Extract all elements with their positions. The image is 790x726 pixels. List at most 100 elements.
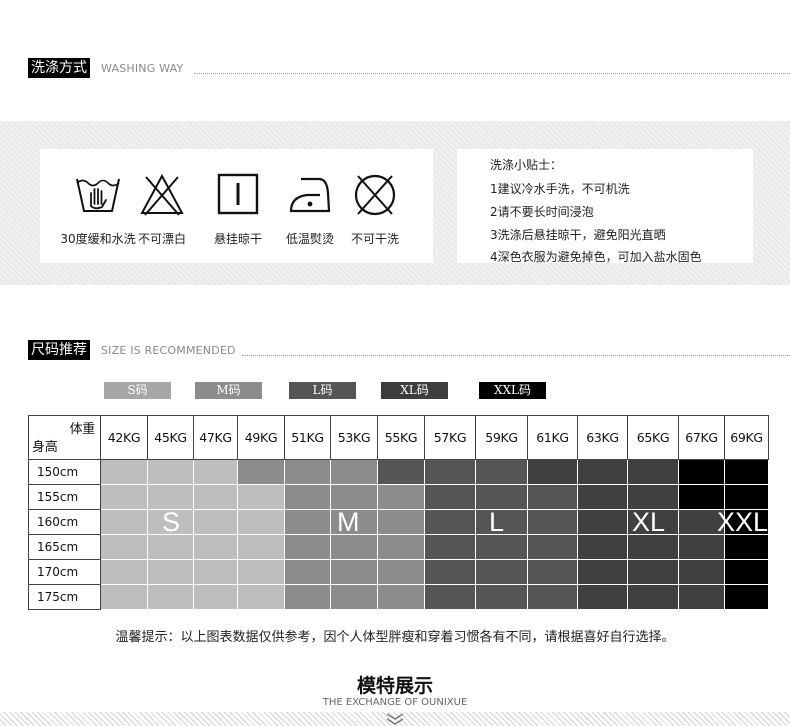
washing-section-header: 洗涤方式 WASHING WAY xyxy=(28,58,790,78)
size-cell xyxy=(678,534,725,560)
corner-weight-label: 体重 xyxy=(69,422,96,437)
size-cell xyxy=(147,459,194,485)
legend-xl: XL码 xyxy=(381,382,448,399)
chevron-down-icon xyxy=(386,713,404,725)
weight-header: 63KG xyxy=(577,415,628,460)
size-cell xyxy=(527,509,578,535)
weight-header: 49KG xyxy=(237,415,285,460)
size-cell xyxy=(100,484,148,510)
size-cell xyxy=(147,484,194,510)
size-cell xyxy=(284,509,331,535)
size-label-s: S xyxy=(162,507,181,537)
size-cell xyxy=(424,459,476,485)
size-cell xyxy=(147,534,194,560)
size-cell xyxy=(330,459,378,485)
weight-header: 61KG xyxy=(527,415,578,460)
weight-header: 47KG xyxy=(193,415,238,460)
table-row: 150cm xyxy=(28,459,769,485)
header-divider xyxy=(194,73,790,74)
table-row: 165cm xyxy=(28,534,769,560)
size-cell xyxy=(527,584,578,610)
size-cell xyxy=(627,534,679,560)
size-cell xyxy=(237,559,285,585)
washing-title: 洗涤方式 xyxy=(28,58,90,78)
size-section-header: 尺码推荐 SIZE IS RECOMMENDED xyxy=(28,340,790,360)
low-iron-icon xyxy=(289,177,331,213)
size-cell xyxy=(100,584,148,610)
care-symbol-label: 不可干洗 xyxy=(350,232,399,246)
size-cell xyxy=(678,484,725,510)
weight-header: 45KG xyxy=(147,415,194,460)
no-dry-clean-icon xyxy=(354,174,396,216)
size-cell xyxy=(237,484,285,510)
size-cell xyxy=(193,459,238,485)
care-symbol: 悬挂晾干 xyxy=(208,173,268,246)
header-divider xyxy=(242,355,790,356)
height-label: 165cm xyxy=(28,534,101,560)
weight-header: 65KG xyxy=(627,415,679,460)
size-cell xyxy=(377,534,425,560)
size-cell xyxy=(377,584,425,610)
size-cell xyxy=(724,559,769,585)
weight-header: 59KG xyxy=(475,415,528,460)
size-label-m: M xyxy=(337,507,360,537)
size-cell xyxy=(424,559,476,585)
care-symbol: 低温熨烫 xyxy=(280,173,340,246)
tip-item: 2请不要长时间浸泡 xyxy=(490,205,594,219)
size-cell xyxy=(284,484,331,510)
size-cell xyxy=(100,509,148,535)
size-cell xyxy=(237,509,285,535)
size-cell xyxy=(724,534,769,560)
size-cell xyxy=(147,584,194,610)
size-cell xyxy=(377,459,425,485)
size-cell xyxy=(424,509,476,535)
line-dry-icon xyxy=(217,173,259,215)
size-cell xyxy=(424,584,476,610)
size-cell xyxy=(100,459,148,485)
legend-xxl: XXL码 xyxy=(479,382,546,399)
table-corner: 体重 身高 xyxy=(28,415,101,460)
weight-header: 51KG xyxy=(284,415,331,460)
weight-header-row: 体重 身高 42KG 45KG 47KG 49KG 51KG 53KG 55KG… xyxy=(28,415,769,460)
model-section-title: 模特展示 xyxy=(356,675,433,697)
tip-item: 1建议冷水手洗，不可机洗 xyxy=(490,182,630,196)
size-cell xyxy=(577,584,628,610)
legend-l: L码 xyxy=(289,382,356,399)
weight-header: 55KG xyxy=(377,415,425,460)
hand-wash-icon xyxy=(76,178,120,212)
size-cell xyxy=(284,559,331,585)
weight-header: 69KG xyxy=(724,415,769,460)
size-cell xyxy=(193,584,238,610)
size-cell xyxy=(193,484,238,510)
weight-header: 53KG xyxy=(330,415,378,460)
size-label-xxl: XXL xyxy=(717,507,769,537)
size-cell xyxy=(678,559,725,585)
size-cell xyxy=(193,559,238,585)
size-cell xyxy=(193,509,238,535)
size-cell xyxy=(724,584,769,610)
size-cell xyxy=(284,584,331,610)
height-label: 170cm xyxy=(28,559,101,585)
corner-height-label: 身高 xyxy=(32,440,58,455)
table-row: 170cm xyxy=(28,559,769,585)
size-cell xyxy=(475,484,528,510)
size-cell xyxy=(377,559,425,585)
washing-tips-card: 洗涤小贴士： 1建议冷水手洗，不可机洗 2请不要长时间浸泡 3洗涤后悬挂晾干，避… xyxy=(457,149,753,264)
size-cell xyxy=(577,559,628,585)
size-cell xyxy=(377,484,425,510)
size-label-l: L xyxy=(489,507,505,537)
weight-header: 42KG xyxy=(100,415,148,460)
legend-m: M码 xyxy=(195,382,262,399)
washing-band: 30度缓和水洗 不可漂白 悬挂晾干 低温熨烫 不可干洗 洗涤小贴士： 1建议冷水… xyxy=(0,121,790,285)
table-row: 175cm xyxy=(28,584,769,610)
size-cell xyxy=(424,484,476,510)
size-cell xyxy=(724,484,769,510)
tips-title: 洗涤小贴士： xyxy=(490,158,563,172)
size-subtitle: SIZE IS RECOMMENDED xyxy=(101,344,236,357)
size-cell xyxy=(237,584,285,610)
size-cell xyxy=(627,584,679,610)
size-cell xyxy=(577,484,628,510)
no-bleach-icon xyxy=(140,173,184,216)
size-note: 温馨提示：以上图表数据仅供参考，因个人体型胖瘦和穿着习惯各有不同，请根据喜好自行… xyxy=(115,630,675,645)
size-cell xyxy=(330,534,378,560)
